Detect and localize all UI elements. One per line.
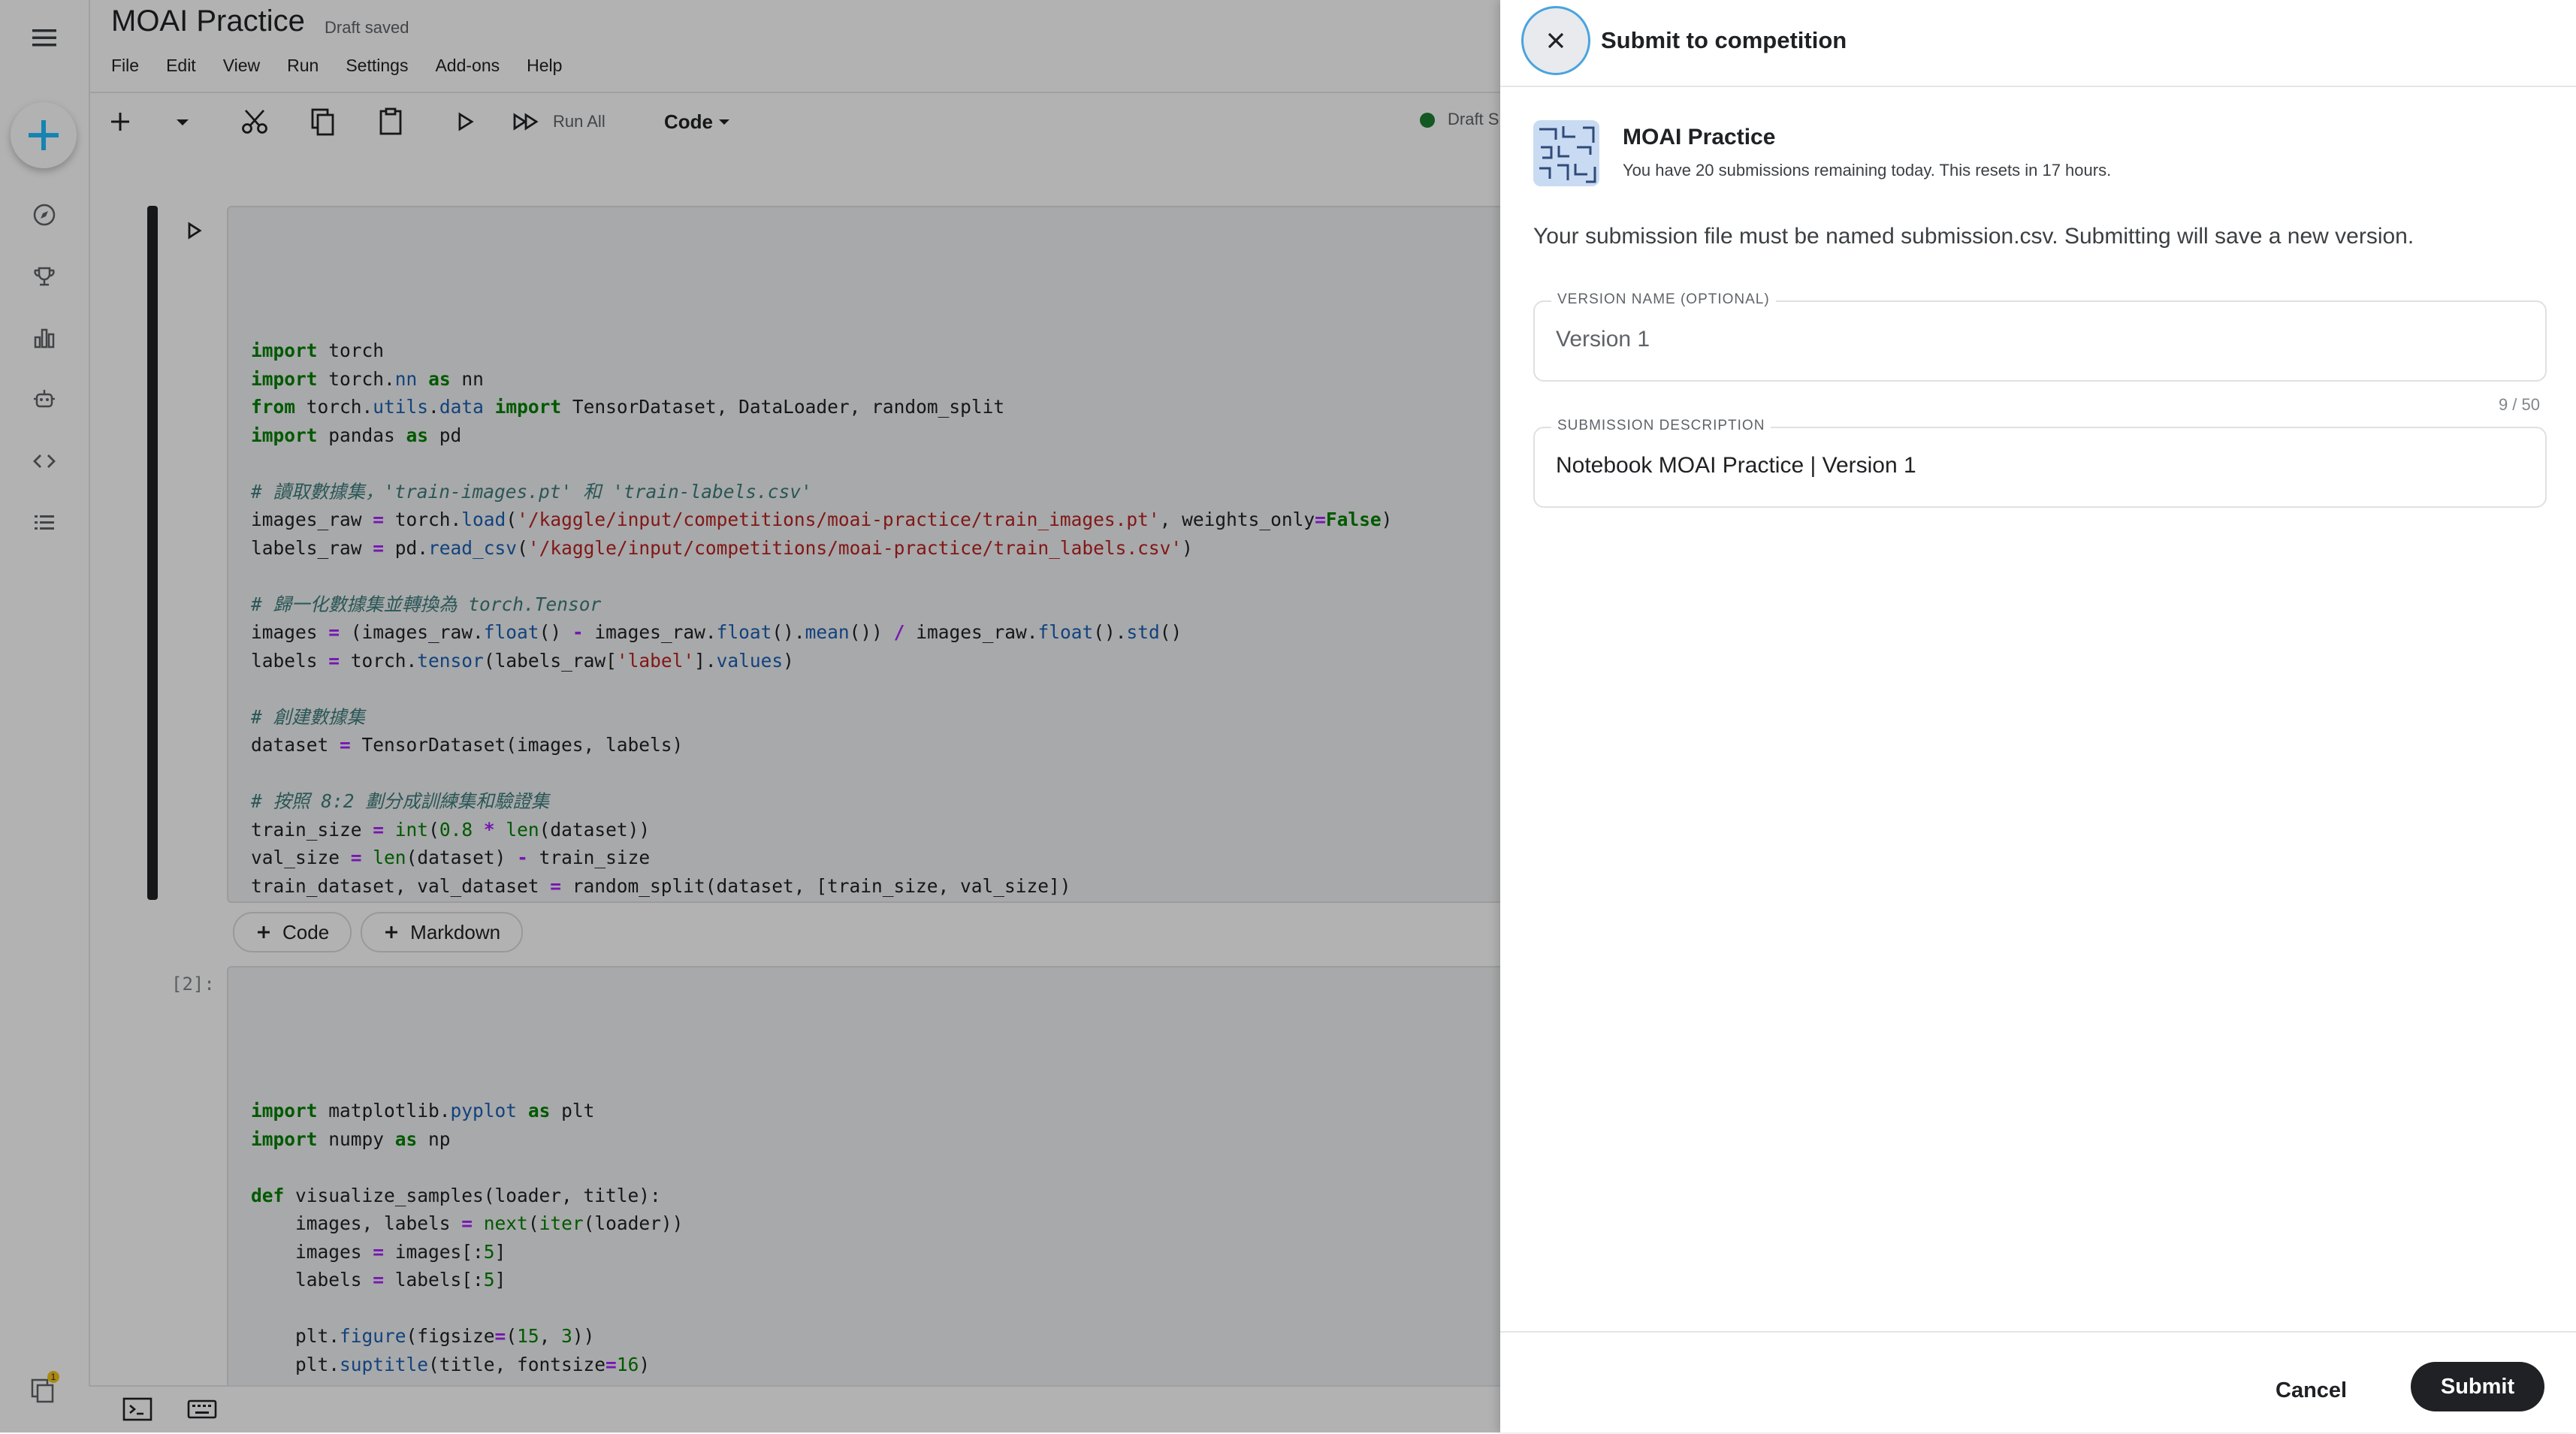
version-name-field: VERSION NAME (OPTIONAL) [1533,291,2547,382]
submit-button[interactable]: Submit [2411,1362,2544,1411]
submission-file-note: Your submission file must be named submi… [1533,224,2414,249]
submission-description-input[interactable] [1556,428,2525,503]
close-icon [1548,32,1564,49]
version-name-input[interactable] [1556,302,2525,377]
close-dialog-button[interactable] [1521,6,1590,75]
competition-thumbnail [1533,120,1599,186]
cancel-button[interactable]: Cancel [2253,1366,2369,1415]
submit-dialog: Submit to competition MOAI Practice You … [1500,0,2576,1432]
submission-description-field: SUBMISSION DESCRIPTION [1533,418,2547,508]
competition-logo [1533,120,1599,186]
modal-scrim[interactable] [0,0,1500,1432]
submissions-remaining: You have 20 submissions remaining today.… [1623,161,2112,180]
version-name-counter: 9 / 50 [2498,395,2540,414]
dialog-title: Submit to competition [1601,27,1847,53]
competition-name: MOAI Practice [1623,125,1776,149]
dialog-header: Submit to competition [1500,0,2576,87]
